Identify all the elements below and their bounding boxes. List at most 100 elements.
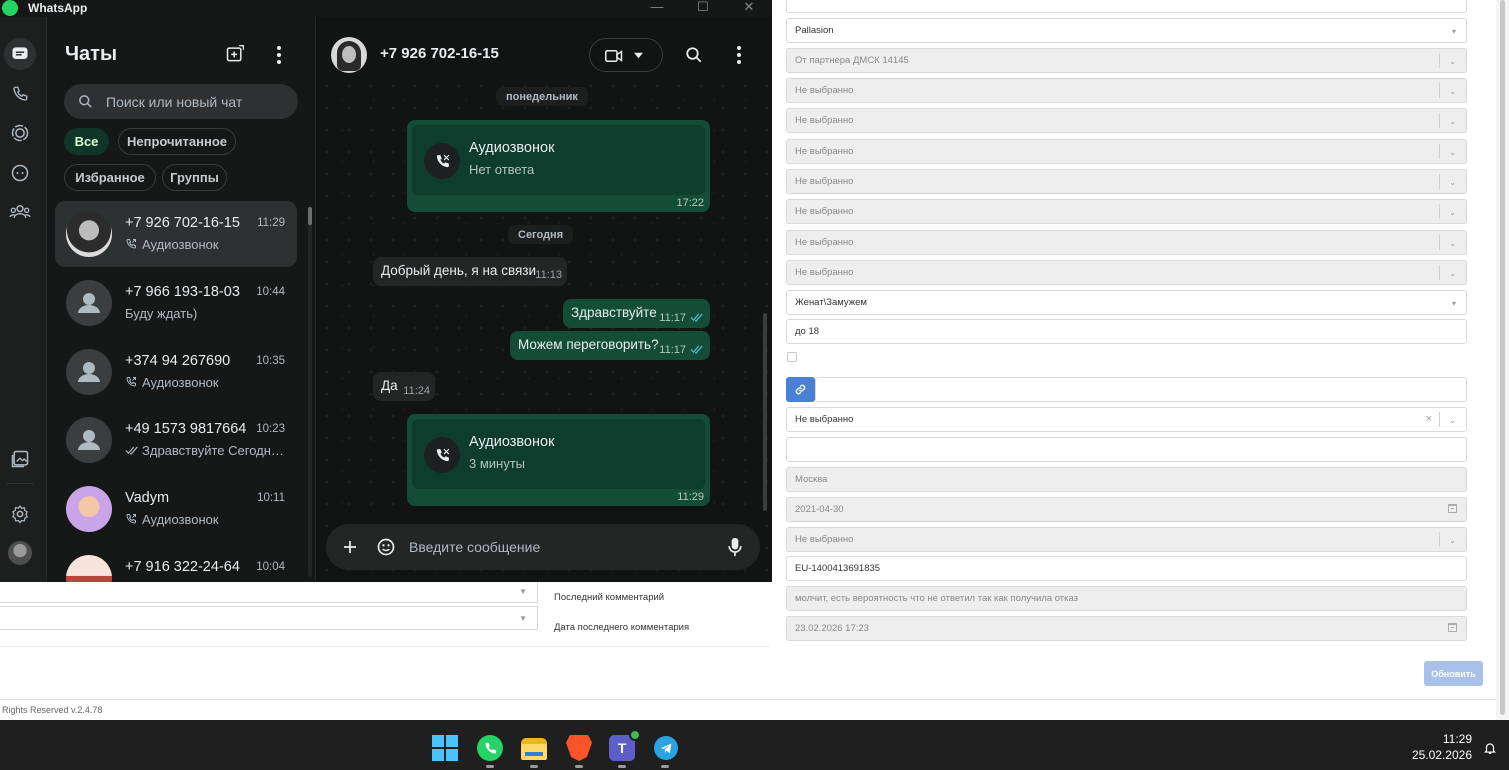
chevron-down-icon[interactable]: ⌄ [1449, 87, 1456, 96]
chats-nav-button[interactable] [4, 38, 36, 70]
calendar-icon[interactable] [1448, 504, 1457, 513]
crm-select[interactable]: Не выбранно ⌄ [786, 169, 1467, 194]
chat-list-item[interactable]: Vadym 10:11 Аудиозвонок [55, 476, 297, 542]
message-outgoing[interactable]: Здравствуйте 11:17 [563, 299, 710, 328]
status-nav-button[interactable] [4, 117, 36, 149]
chat-list-scrollbar[interactable] [308, 207, 312, 577]
crm-select[interactable]: Не выбранно ⌄ [786, 139, 1467, 164]
avatar[interactable] [331, 37, 367, 73]
communities-nav-button[interactable] [4, 196, 36, 228]
call-button-group[interactable] [589, 38, 663, 72]
teams-icon[interactable]: T [609, 729, 641, 761]
menu-button[interactable] [734, 46, 744, 64]
brave-browser-icon[interactable] [566, 735, 592, 761]
crm-select[interactable]: Pallasion ▾ [786, 18, 1467, 43]
channels-nav-button[interactable] [4, 157, 36, 189]
crm-text-field[interactable]: Москва [786, 467, 1467, 492]
avatar[interactable] [66, 555, 112, 582]
crm-select[interactable]: Не выбранно ⌄ [786, 527, 1467, 552]
crm-text-field[interactable]: EU-1400413691835 [786, 556, 1467, 581]
filter-chip[interactable]: Группы [162, 164, 227, 191]
filter-chip[interactable]: Непрочитанное [118, 128, 236, 155]
crm-text-field[interactable] [786, 0, 1467, 13]
crm-left-select[interactable]: ▼ [0, 579, 538, 603]
crm-link-button[interactable] [786, 377, 815, 402]
plus-icon[interactable] [342, 539, 358, 555]
chat-list-item[interactable]: +7 916 322-24-64 10:04 [55, 545, 297, 582]
chevron-down-icon[interactable]: ⌄ [1449, 208, 1456, 217]
call-message[interactable]: Аудиозвонок Нет ответа 17:22 [407, 120, 710, 212]
chat-list-item[interactable]: +49 1573 9817664 10:23 Здравствуйте Сегодн… [55, 407, 297, 473]
page-scrollbar-thumb[interactable] [1500, 0, 1505, 715]
update-button[interactable]: Обновить [1424, 661, 1483, 686]
chevron-down-icon[interactable]: ⌄ [1449, 117, 1456, 126]
clock-date[interactable]: 25.02.2026 [1412, 748, 1472, 762]
crm-select[interactable]: От партнера ДМСК 14145 ⌄ [786, 48, 1467, 73]
chevron-down-icon[interactable]: ⌄ [1449, 57, 1456, 66]
message-input[interactable] [409, 524, 709, 570]
settings-nav-button[interactable] [4, 498, 36, 530]
search-box[interactable] [64, 84, 298, 119]
filter-chip[interactable]: Избранное [64, 164, 156, 191]
new-chat-button[interactable] [225, 44, 247, 66]
profile-nav-button[interactable] [4, 537, 36, 569]
clock-time[interactable]: 11:29 [1443, 732, 1472, 746]
chevron-down-icon[interactable]: ⌄ [1449, 178, 1456, 187]
avatar[interactable] [66, 417, 112, 463]
menu-button[interactable] [269, 44, 289, 66]
conversation-scrollbar[interactable] [763, 313, 767, 511]
contact-name[interactable]: +7 926 702-16-15 [380, 45, 499, 62]
chevron-down-icon[interactable]: ⌄ [1449, 239, 1456, 248]
notification-bell-icon[interactable] [1483, 740, 1497, 756]
filter-chip[interactable]: Все [64, 128, 109, 155]
crm-select[interactable]: Не выбранно ⌄ [786, 78, 1467, 103]
chat-list-item[interactable]: +7 926 702-16-15 11:29 Аудиозвонок [55, 201, 297, 267]
chat-list-scrollbar-thumb[interactable] [308, 207, 312, 225]
search-input[interactable] [106, 84, 291, 119]
crm-select[interactable]: Не выбранно ⌄ × [786, 407, 1467, 432]
minimize-button[interactable]: — [642, 0, 672, 16]
crm-link-field[interactable] [815, 377, 1467, 402]
sticker-icon[interactable] [376, 537, 396, 557]
clear-icon[interactable]: × [1426, 413, 1432, 425]
crm-select[interactable]: Не выбранно ⌄ [786, 199, 1467, 224]
crm-date-field[interactable]: 23.02.2026 17:23 [786, 616, 1467, 641]
crm-select[interactable]: Не выбранно ⌄ [786, 108, 1467, 133]
message-incoming[interactable]: Да 11:24 [373, 372, 435, 401]
chevron-down-icon[interactable]: ⌄ [1449, 269, 1456, 278]
crm-select[interactable]: Женат\Замужем ▾ [786, 290, 1467, 315]
chat-list-item[interactable]: +374 94 267690 10:35 Аудиозвонок [55, 339, 297, 405]
whatsapp-icon[interactable] [477, 735, 503, 761]
maximize-button[interactable]: ☐ [688, 0, 718, 16]
crm-text-field[interactable]: молчит, есть вероятность что не ответил … [786, 586, 1467, 611]
chevron-down-icon[interactable]: ⌄ [1449, 148, 1456, 157]
crm-text-field[interactable] [786, 437, 1467, 462]
telegram-icon[interactable] [654, 736, 678, 760]
crm-select[interactable]: Не выбранно ⌄ [786, 230, 1467, 255]
message-incoming[interactable]: Добрый день, я на связи 11:13 [373, 257, 567, 286]
microphone-icon[interactable] [728, 537, 742, 557]
chevron-down-icon[interactable]: ⌄ [1449, 536, 1456, 545]
windows-start-icon[interactable] [432, 735, 458, 761]
search-icon[interactable] [685, 46, 703, 64]
avatar[interactable] [66, 486, 112, 532]
crm-date-field[interactable]: 2021-04-30 [786, 497, 1467, 522]
crm-text-field[interactable]: до 18 [786, 319, 1467, 344]
message-outgoing[interactable]: Можем переговорить? 11:17 [510, 331, 710, 360]
chat-list-item[interactable]: +7 966 193-18-03 10:44 Буду ждать) [55, 270, 297, 336]
call-message[interactable]: Аудиозвонок 3 минуты 11:29 [407, 414, 710, 506]
chevron-down-icon[interactable]: ⌄ [1449, 416, 1456, 425]
chevron-down-icon[interactable]: ▾ [1452, 299, 1456, 308]
crm-checkbox[interactable] [787, 352, 797, 362]
file-explorer-icon[interactable] [521, 738, 547, 760]
chevron-down-icon[interactable]: ▾ [1452, 27, 1456, 36]
avatar[interactable] [66, 349, 112, 395]
crm-select[interactable]: Не выбранно ⌄ [786, 260, 1467, 285]
avatar[interactable] [66, 211, 112, 257]
avatar[interactable] [66, 280, 112, 326]
close-button[interactable]: ✕ [734, 0, 764, 16]
crm-left-select[interactable]: ▼ [0, 606, 538, 630]
calendar-icon[interactable] [1448, 623, 1457, 632]
window-titlebar[interactable]: WhatsApp — ☐ ✕ [0, 0, 772, 17]
calls-nav-button[interactable] [4, 78, 36, 110]
